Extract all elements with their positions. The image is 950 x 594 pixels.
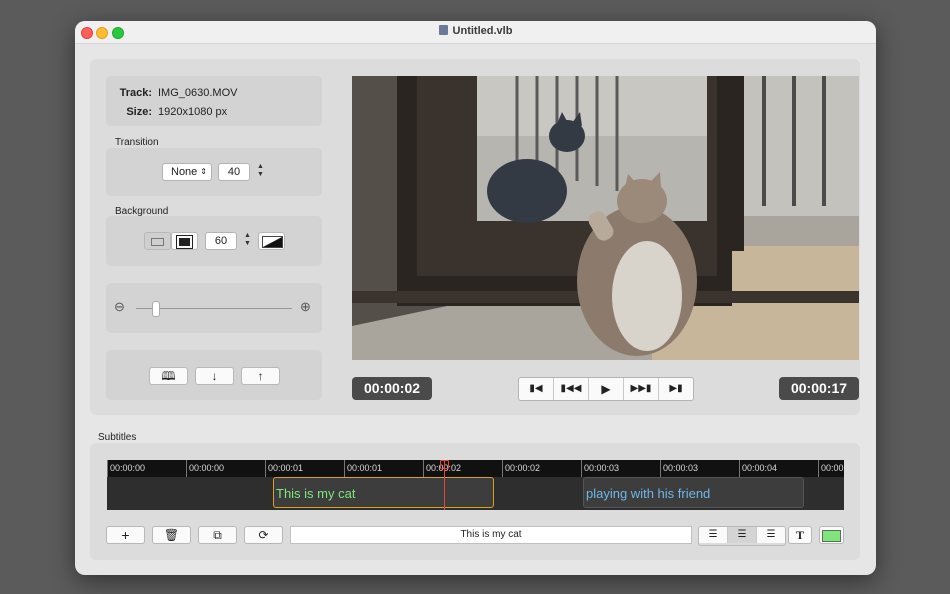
window-title-text: Untitled.vlb	[452, 25, 513, 37]
size-value: 1920x1080 px	[158, 106, 228, 118]
align-right-icon: ☰	[766, 529, 776, 540]
action-buttons-box: 🕮 ↓ ↑	[106, 350, 322, 400]
arrow-up-icon: ↑	[257, 369, 264, 383]
title-bar: Untitled.vlb	[75, 21, 876, 44]
ruler-tick: 00:00:04	[739, 460, 777, 477]
ruler-tick: 00:00:03	[660, 460, 698, 477]
background-value-stepper[interactable]: ▲ ▼	[242, 232, 253, 250]
play-icon: ▶	[601, 382, 611, 396]
fit-icon	[179, 237, 190, 246]
ruler-tick: 00:00:02	[502, 460, 540, 477]
ruler-tick: 00:00:00	[107, 460, 145, 477]
ruler-tick: 00:00:04	[818, 460, 844, 477]
duplicate-icon: ⧉	[213, 528, 222, 542]
editor-panel: Track: IMG_0630.MOV Size: 1920x1080 px Tra…	[90, 59, 860, 415]
ruler-tick: 00:00:01	[265, 460, 303, 477]
zoom-in-icon[interactable]: ⊕	[300, 299, 311, 315]
transition-duration-field[interactable]: 40	[218, 163, 250, 181]
subtitle-clip[interactable]: playing with his friend	[583, 477, 804, 508]
playhead-line	[444, 460, 445, 510]
ruler-tick: 00:00:01	[344, 460, 382, 477]
size-row: Size: 1920x1080 px	[106, 106, 227, 118]
align-left-icon: ☰	[708, 529, 718, 540]
text-format-icon: T	[795, 528, 804, 542]
plus-icon: +	[121, 527, 130, 543]
gradient-swatch-icon	[262, 236, 283, 248]
refresh-icon: ⟳	[258, 528, 269, 542]
zoom-out-icon[interactable]: ⊖	[114, 299, 125, 315]
rewind-button[interactable]: ▮◀◀	[554, 378, 589, 400]
window-title: Untitled.vlb	[75, 25, 876, 37]
current-time-display: 00:00:02	[352, 377, 432, 400]
transition-section-label: Transition	[115, 137, 159, 148]
move-down-button[interactable]: ↓	[195, 367, 234, 385]
background-color-well[interactable]	[258, 232, 285, 250]
video-frame-image	[352, 76, 859, 360]
open-book-button[interactable]: 🕮	[149, 367, 188, 385]
refresh-button[interactable]: ⟳	[244, 526, 283, 544]
text-color-well[interactable]	[819, 526, 844, 544]
background-mode-fit-button[interactable]	[171, 232, 198, 250]
track-row: Track: IMG_0630.MOV	[106, 87, 238, 99]
text-color-swatch	[822, 530, 841, 542]
text-alignment-control: ☰ ☰ ☰	[698, 526, 786, 546]
track-value: IMG_0630.MOV	[158, 87, 238, 99]
ruler-tick: 00:00:00	[186, 460, 224, 477]
transition-box: None ⇕ 40 ▲ ▼	[106, 148, 322, 196]
fill-icon	[151, 237, 164, 246]
transport-controls: ▮◀ ▮◀◀ ▶ ▶▶▮ ▶▮	[518, 377, 694, 401]
align-left-button[interactable]: ☰	[699, 527, 728, 543]
size-label: Size:	[126, 106, 152, 118]
skip-to-start-icon: ▮◀	[529, 383, 543, 394]
fast-forward-button[interactable]: ▶▶▮	[624, 378, 659, 400]
total-time-display: 00:00:17	[779, 377, 859, 400]
transition-type-value: None	[171, 166, 198, 178]
delete-subtitle-button[interactable]: 🗑	[152, 526, 191, 544]
background-value-field[interactable]: 60	[205, 232, 237, 250]
transition-duration-stepper[interactable]: ▲ ▼	[255, 163, 266, 181]
ruler-tick: 00:00:03	[581, 460, 619, 477]
zoom-box: ⊖ ⊕	[106, 283, 322, 333]
background-mode-fill-button[interactable]	[144, 232, 171, 250]
subtitles-panel: 00:00:00 00:00:00 00:00:01 00:00:01 00:0…	[90, 443, 860, 560]
book-icon: 🕮	[161, 369, 176, 383]
track-label: Track:	[119, 87, 152, 99]
subtitle-clip[interactable]: This is my cat	[273, 477, 494, 508]
skip-to-start-button[interactable]: ▮◀	[519, 378, 554, 400]
subtitle-track[interactable]: This is my cat playing with his friend	[107, 477, 844, 510]
duplicate-subtitle-button[interactable]: ⧉	[198, 526, 237, 544]
video-preview[interactable]	[352, 76, 859, 360]
app-window: Untitled.vlb Track: IMG_0630.MOV Size: 192…	[75, 21, 876, 575]
align-center-button[interactable]: ☰	[728, 527, 757, 543]
track-info-box: Track: IMG_0630.MOV Size: 1920x1080 px	[106, 76, 322, 126]
fast-forward-icon: ▶▶▮	[630, 383, 652, 394]
rewind-icon: ▮◀◀	[560, 383, 582, 394]
background-box: 60 ▲ ▼	[106, 216, 322, 266]
play-button[interactable]: ▶	[589, 378, 624, 400]
skip-to-end-button[interactable]: ▶▮	[659, 378, 693, 400]
font-button[interactable]: T	[788, 526, 812, 544]
subtitles-section-label: Subtitles	[98, 432, 137, 443]
zoom-slider-thumb[interactable]	[152, 301, 160, 317]
move-up-button[interactable]: ↑	[241, 367, 280, 385]
subtitle-text-field[interactable]: This is my cat	[290, 526, 692, 544]
arrow-down-icon: ↓	[211, 369, 218, 383]
align-center-icon: ☰	[737, 529, 747, 540]
trash-icon: 🗑	[163, 528, 180, 542]
skip-to-end-icon: ▶▮	[669, 383, 683, 394]
align-right-button[interactable]: ☰	[757, 527, 785, 543]
select-chevron-icon: ⇕	[200, 167, 207, 176]
timeline-ruler[interactable]: 00:00:00 00:00:00 00:00:01 00:00:01 00:0…	[107, 460, 844, 477]
add-subtitle-button[interactable]: +	[106, 526, 145, 544]
transition-type-select[interactable]: None ⇕	[162, 163, 212, 181]
document-icon	[438, 25, 448, 35]
